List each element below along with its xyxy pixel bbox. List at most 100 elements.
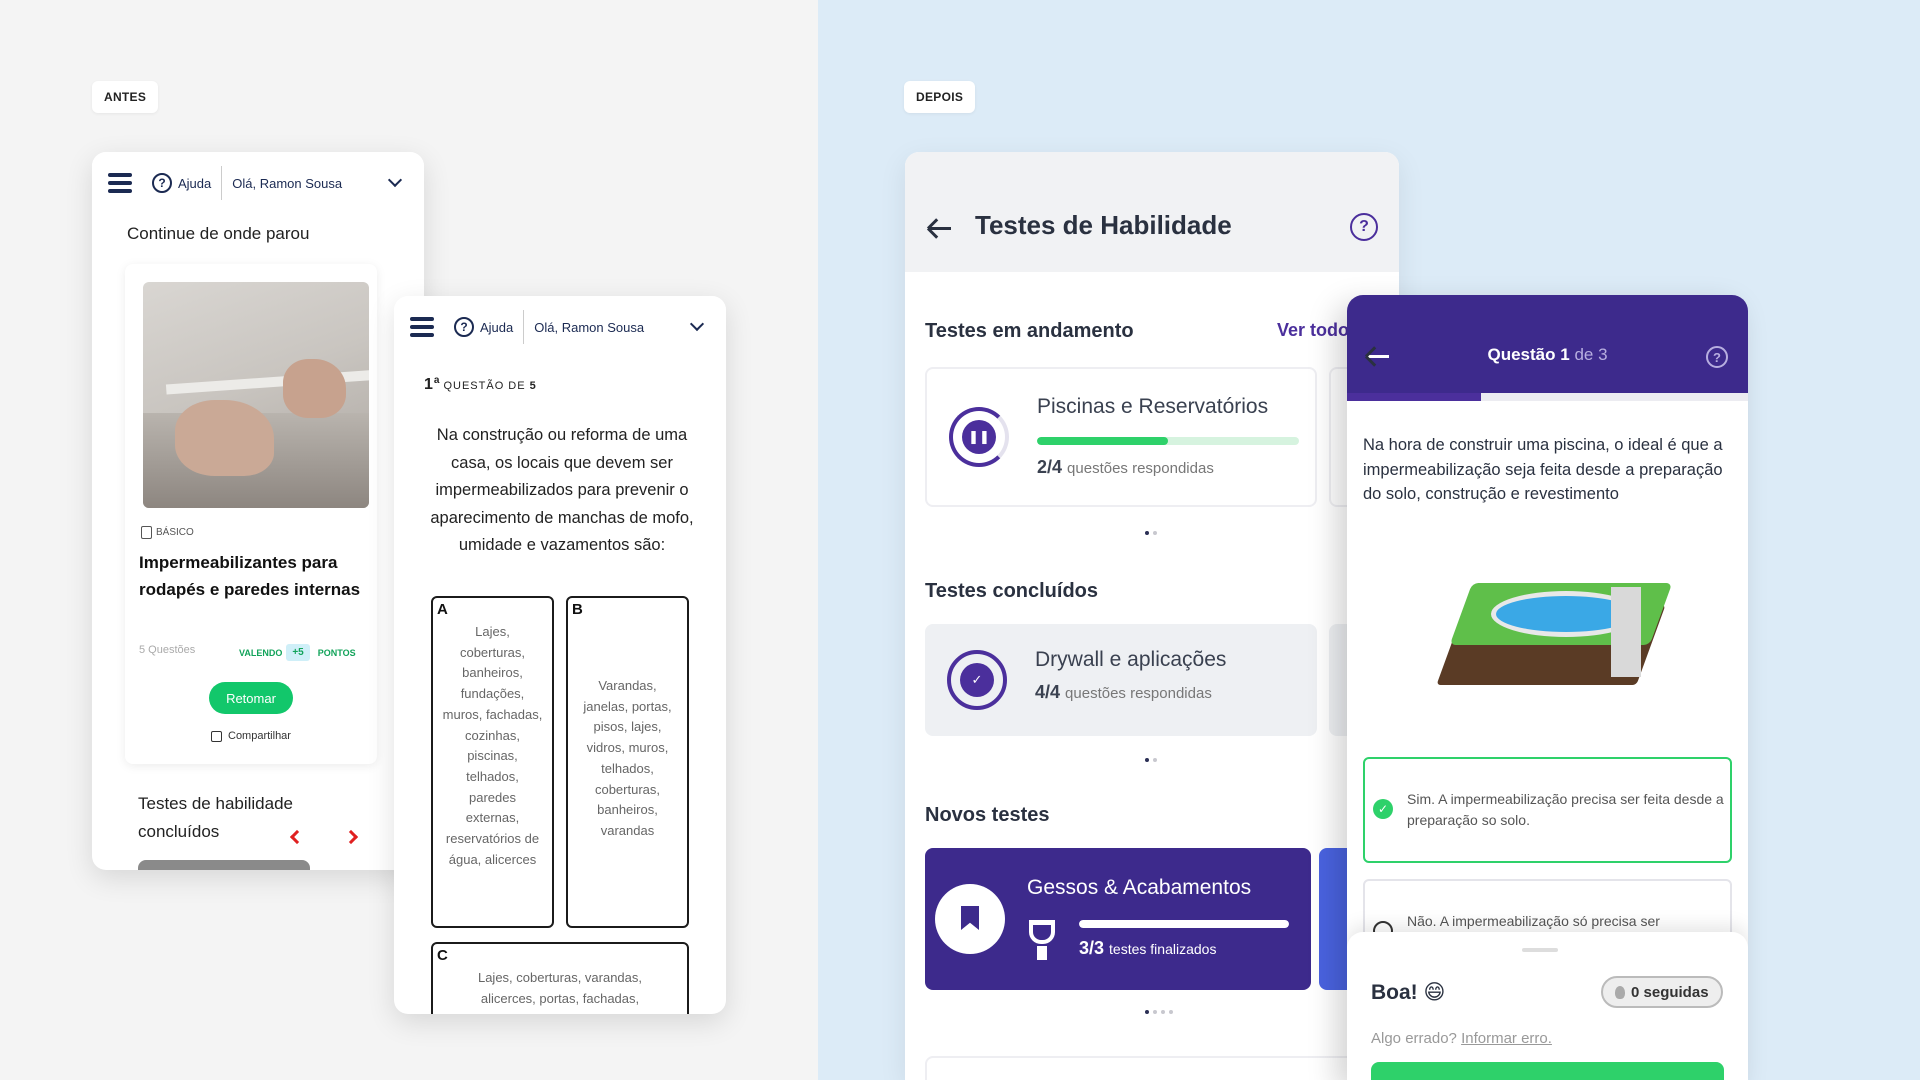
bookmark-badge (935, 884, 1005, 954)
fire-icon (1615, 985, 1625, 999)
user-greeting: Olá, Ramon Sousa (534, 319, 645, 335)
answer-text: Não. A impermeabilização só precisa ser (1407, 913, 1660, 929)
help-icon: ? (454, 317, 474, 337)
answered-label: questões respondidas (1065, 685, 1212, 702)
menu-icon[interactable] (410, 317, 434, 337)
check-circle-icon: ✓ (1373, 799, 1393, 819)
chevron-down-icon[interactable] (689, 316, 705, 332)
back-arrow-icon[interactable] (929, 227, 951, 230)
help-icon[interactable]: ? (1350, 213, 1378, 241)
completed-card[interactable]: ✓ Drywall e aplicações 4/4 questões resp… (925, 624, 1317, 736)
external-link-icon (211, 730, 222, 742)
worth-label: VALENDO (239, 647, 283, 658)
question-text: Na construção ou reforma de uma casa, os… (430, 426, 694, 554)
option-b[interactable]: B Varandas, janelas, portas, pisos, laje… (566, 596, 689, 928)
course-card[interactable]: BÁSICO Impermeabilizantes para rodapés e… (125, 264, 377, 764)
continue-title: Continue de onde parou (127, 224, 310, 243)
completed-title: Testes concluídos (925, 580, 1099, 602)
streak-badge: 0 seguidas (1601, 976, 1723, 1008)
share-label: Compartilhar (228, 730, 291, 742)
progress-ring: ❚❚ (949, 407, 1009, 467)
answered-label: questões respondidas (1067, 460, 1214, 477)
option-letter: A (437, 601, 448, 618)
new-tests-title: Novos testes (925, 804, 1050, 826)
level-label: BÁSICO (156, 527, 194, 538)
new-test-card[interactable]: Gessos & Acabamentos 3/3 testes finaliza… (925, 848, 1311, 990)
answered-count: 2/4 (1037, 457, 1063, 477)
question-total: 5 (529, 380, 536, 392)
report-error-link[interactable]: Informar erro. (1461, 1030, 1552, 1047)
test-name: Gessos & Acabamentos (1027, 876, 1252, 899)
new-tests-screen: Testes de Habilidade ? Testes em andamen… (905, 152, 1399, 1080)
feedback-title: Boa! (1371, 981, 1418, 1004)
course-title: Impermeabilizantes para rodapés e parede… (139, 553, 361, 599)
question-label: Questão (1487, 345, 1556, 364)
quiz-screen: Questão 1 de 3 ? Na hora de construir um… (1347, 295, 1748, 1080)
sheet-handle[interactable] (1522, 948, 1558, 952)
option-a[interactable]: A Lajes, coberturas, banheiros, fundaçõe… (431, 596, 554, 928)
help-link[interactable]: ? Ajuda (152, 166, 223, 200)
quiz-progress-bar (1347, 393, 1748, 401)
option-letter: B (572, 601, 583, 618)
quiz-question-text: Na hora de construir uma piscina, o idea… (1363, 436, 1723, 503)
feedback-emoji: 😄 (1423, 981, 1446, 1004)
trophy-base (1037, 946, 1047, 960)
test-name: Drywall e aplicações (1035, 648, 1227, 671)
share-link[interactable]: Compartilhar (211, 730, 291, 742)
pool-illustration (1436, 565, 1673, 695)
help-label: Ajuda (480, 319, 514, 335)
test-progress-bar (1079, 920, 1289, 928)
question-number: 1 (424, 376, 433, 393)
page-title: Testes de Habilidade (975, 210, 1232, 240)
old-question-header: ? Ajuda Olá, Ramon Sousa (394, 296, 726, 358)
done-label: testes finalizados (1109, 941, 1217, 957)
answer-text: Sim. A impermeabilização precisa ser fei… (1407, 791, 1724, 828)
answered-count: 4/4 (1035, 682, 1061, 702)
help-label: Ajuda (178, 175, 212, 191)
option-text: Varandas, janelas, portas, pisos, lajes,… (583, 678, 672, 838)
points-badge: +5 (286, 644, 310, 661)
points-label: PONTOS (317, 647, 356, 658)
answer-correct[interactable]: ✓ Sim. A impermeabilização precisa ser f… (1363, 757, 1732, 863)
in-progress-title: Testes em andamento (925, 320, 1134, 342)
course-image (143, 282, 369, 508)
done-count: 3/3 (1079, 938, 1105, 958)
option-c[interactable]: C Lajes, coberturas, varandas, alicerces… (431, 942, 689, 1014)
help-icon: ? (152, 173, 172, 193)
pause-icon: ❚❚ (962, 420, 996, 454)
old-question-screen: ? Ajuda Olá, Ramon Sousa 1 a QUESTÃO DE … (394, 296, 726, 1014)
check-icon: ✓ (960, 663, 994, 697)
option-text: Lajes, coberturas, varandas, alicerces, … (477, 970, 643, 1006)
quiz-header: Questão 1 de 3 ? (1347, 295, 1748, 393)
test-progress-bar (1037, 437, 1299, 445)
next-arrow-icon[interactable] (343, 829, 359, 845)
question-number-suffix: a (433, 375, 440, 386)
bookmark-icon (961, 906, 979, 930)
carousel-dots (1145, 758, 1157, 762)
old-home-screen: ? Ajuda Olá, Ramon Sousa Continue de ond… (92, 152, 424, 870)
continue-button[interactable] (1371, 1062, 1724, 1080)
streak-text: 0 seguidas (1631, 983, 1709, 1001)
resume-button[interactable]: Retomar (209, 682, 293, 714)
help-icon[interactable]: ? (1706, 346, 1728, 368)
option-text: Lajes, coberturas, banheiros, fundações,… (442, 624, 543, 867)
question-counter: Questão 1 de 3 (1347, 345, 1748, 365)
menu-icon[interactable] (108, 173, 132, 193)
app-bar: Testes de Habilidade ? (905, 152, 1399, 272)
error-text: Algo errado? (1371, 1030, 1457, 1047)
help-link[interactable]: ? Ajuda (454, 310, 525, 344)
question-of: de 3 (1574, 345, 1608, 364)
feedback-sheet: Boa! 😄 0 seguidas Algo errado? Informar … (1347, 932, 1748, 1080)
carousel-dots (1145, 531, 1157, 535)
test-name: Piscinas e Reservatórios (1037, 395, 1269, 418)
completed-ring: ✓ (947, 650, 1007, 710)
in-progress-card[interactable]: ❚❚ Piscinas e Reservatórios 2/4 questões… (925, 367, 1317, 507)
after-tag: DEPOIS (904, 81, 976, 113)
level-icon (141, 526, 152, 539)
carousel-dots (1145, 1010, 1173, 1014)
old-header: ? Ajuda Olá, Ramon Sousa (92, 152, 424, 214)
next-section-card (925, 1056, 1385, 1080)
completed-card-preview (138, 860, 310, 870)
user-greeting: Olá, Ramon Sousa (232, 175, 343, 191)
chevron-down-icon[interactable] (387, 172, 403, 188)
